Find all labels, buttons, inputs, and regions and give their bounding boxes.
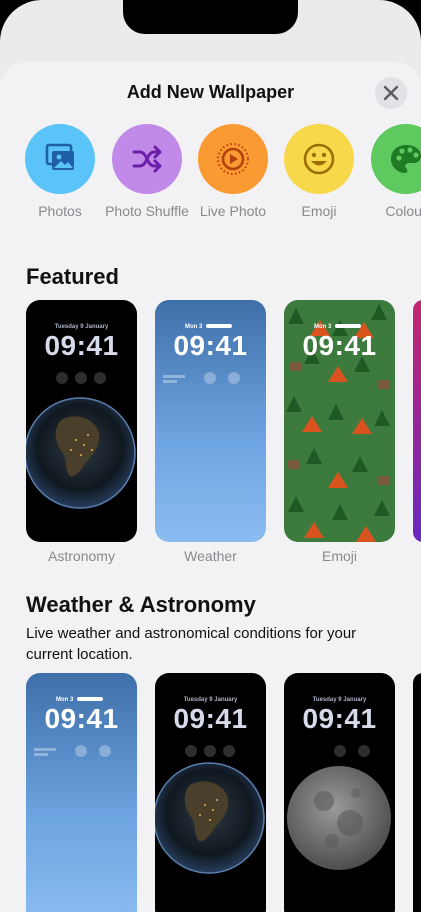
lock-time: 09:41 (173, 330, 248, 361)
lock-time: 09:41 (44, 703, 119, 734)
wallpaper-card-moon[interactable]: Tuesday 9 January 09:41 (284, 673, 395, 912)
live-photo-icon (217, 143, 249, 175)
section-title-weather-astronomy: Weather & Astronomy (26, 592, 256, 617)
category-emoji[interactable]: Emoji (276, 124, 362, 221)
lock-widgets (284, 745, 395, 759)
category-label: Photos (38, 203, 82, 219)
sheet-title: Add New Wallpaper (126, 82, 295, 102)
wallpaper-card-partial[interactable] (413, 300, 421, 542)
wallpaper-card-label: Weather (184, 548, 237, 564)
wallpaper-card-earth[interactable]: Tuesday 9 January 09:41 (155, 673, 266, 912)
emoji-icon (303, 143, 335, 175)
category-photo-shuffle[interactable]: Photo Shuffle (104, 124, 190, 221)
category-label: Photo Shuffle (105, 203, 189, 219)
category-label: Emoji (301, 203, 337, 219)
palette-icon (391, 145, 421, 173)
wallpaper-card-weather[interactable]: Mon 3 09:41 (155, 300, 266, 542)
category-row: Photos Photo Shuffle Live Photo Emoji Co… (0, 124, 421, 244)
add-wallpaper-sheet: Add New Wallpaper Photos Photo Shuffle L… (0, 62, 421, 912)
photos-icon (45, 143, 74, 170)
wallpaper-card-label: Astronomy (48, 548, 115, 564)
lock-widgets (26, 745, 137, 759)
category-live-photo[interactable]: Live Photo (190, 124, 276, 221)
lock-widgets (155, 745, 266, 759)
wallpaper-card-weather[interactable]: Mon 3 09:41 (26, 673, 137, 912)
lock-time: 09:41 (302, 330, 377, 361)
wallpaper-card-astronomy[interactable]: Tuesday 9 January 09:41 (26, 300, 137, 542)
wallpaper-card-label: Emoji (321, 548, 357, 564)
wallpaper-card-emoji[interactable]: Mon 3 09:41 (284, 300, 395, 542)
device-notch (123, 0, 298, 34)
category-label: Live Photo (199, 203, 267, 219)
category-colour[interactable]: Colour (363, 124, 421, 221)
lock-widgets (26, 372, 137, 386)
category-label: Colour (385, 203, 421, 219)
lock-time: 09:41 (302, 703, 377, 734)
wallpaper-card-partial[interactable] (413, 673, 421, 912)
shuffle-icon (132, 145, 162, 173)
close-icon (383, 85, 399, 101)
lock-time: 09:41 (173, 703, 248, 734)
section-title-featured: Featured (26, 264, 119, 289)
category-photos[interactable]: Photos (17, 124, 103, 221)
section-description: Live weather and astronomical conditions… (26, 625, 357, 663)
lock-widgets (155, 372, 266, 386)
close-button[interactable] (375, 77, 407, 109)
lock-time: 09:41 (44, 330, 119, 361)
